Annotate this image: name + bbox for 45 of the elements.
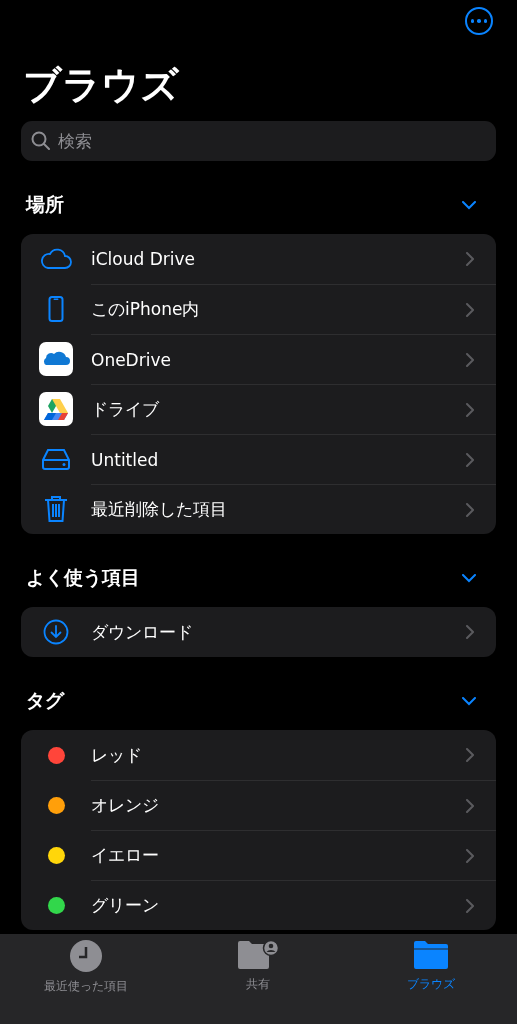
list-item[interactable]: レッド [91, 743, 142, 767]
chevron-down-icon[interactable] [462, 200, 476, 210]
chevron-down-icon[interactable] [462, 573, 476, 583]
phone-icon [48, 296, 64, 322]
trash-icon [44, 495, 68, 523]
chevron-right-icon [466, 452, 474, 467]
chevron-right-icon [466, 898, 474, 913]
page-title: ブラウズ [22, 62, 180, 109]
list-item[interactable]: ドライブ [91, 398, 159, 421]
chevron-right-icon [466, 252, 474, 266]
chevron-right-icon [466, 402, 474, 417]
shared-folder-icon [237, 940, 280, 970]
drive-icon [41, 448, 71, 470]
list-item[interactable]: Untitled [91, 449, 159, 470]
list-item[interactable]: OneDrive [91, 349, 171, 370]
section-title: 場所 [26, 192, 64, 217]
search-icon [31, 131, 50, 150]
tab[interactable]: 共有 [178, 940, 339, 1024]
chevron-right-icon [466, 502, 474, 517]
list-item[interactable]: iCloud Drive [91, 249, 195, 269]
chevron-right-icon [466, 625, 474, 639]
section-title: タグ [26, 688, 64, 713]
chevron-right-icon [466, 848, 474, 863]
tab[interactable]: ブラウズ [350, 940, 511, 1024]
chevron-down-icon[interactable] [462, 696, 476, 706]
tab[interactable]: 最近使った項目 [6, 940, 167, 1024]
list-item[interactable]: このiPhone内 [91, 298, 200, 321]
list-item[interactable]: 最近削除した項目 [91, 498, 227, 521]
chevron-right-icon [466, 302, 474, 317]
chevron-right-icon [466, 798, 474, 813]
chevron-right-icon [466, 748, 474, 762]
chevron-right-icon [466, 352, 474, 367]
more-button[interactable] [465, 7, 493, 35]
download-icon [43, 619, 69, 645]
cloud-app-icon [39, 342, 73, 376]
list-item[interactable]: グリーン [91, 894, 159, 917]
clock-icon [70, 940, 103, 972]
section-title: よく使う項目 [26, 565, 140, 590]
cloud-icon [40, 248, 72, 270]
search-field[interactable]: 検索 [21, 121, 496, 161]
list-item[interactable]: オレンジ [91, 794, 159, 817]
folder-icon [412, 940, 449, 970]
list-item[interactable]: ダウンロード [91, 620, 193, 644]
triangle-app-icon [39, 392, 73, 426]
list-item[interactable]: イエロー [91, 844, 159, 867]
